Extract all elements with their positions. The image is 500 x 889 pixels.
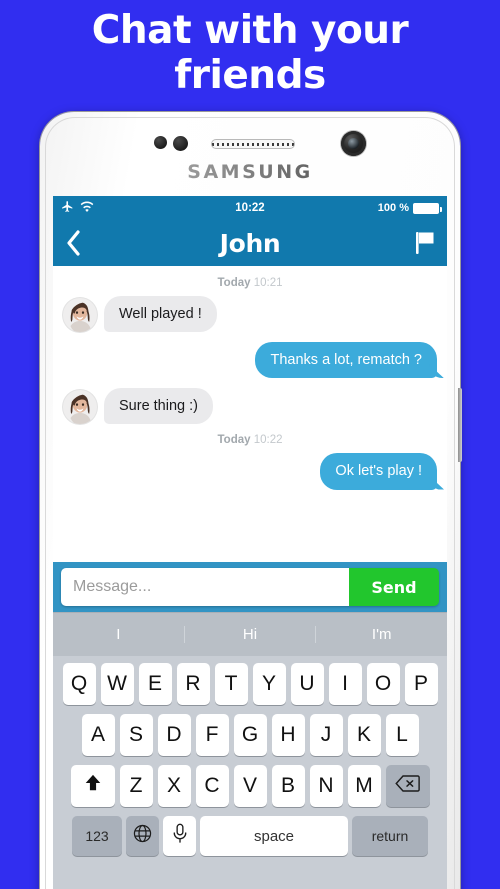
key-z[interactable]: Z bbox=[119, 765, 153, 807]
key-e[interactable]: E bbox=[138, 663, 172, 705]
battery-percent-label: 100 % bbox=[377, 202, 409, 214]
flag-button[interactable] bbox=[415, 231, 435, 255]
key-k[interactable]: K bbox=[347, 714, 381, 756]
day-separator-time: 10:21 bbox=[253, 277, 283, 289]
keyboard-suggestion-bar: I Hi I'm bbox=[53, 612, 447, 656]
message-row: Well played ! bbox=[63, 296, 437, 333]
key-j[interactable]: J bbox=[309, 714, 343, 756]
key-x[interactable]: X bbox=[157, 765, 191, 807]
key-o[interactable]: O bbox=[366, 663, 400, 705]
onscreen-keyboard: Q W E R T Y U I O P A S D F G H J K L Z … bbox=[53, 656, 447, 889]
suggestion-item-1[interactable]: I bbox=[53, 626, 184, 643]
page-title: Chat with your friends bbox=[0, 8, 500, 98]
globe-icon bbox=[132, 823, 153, 850]
message-row: Sure thing :) bbox=[63, 388, 437, 425]
return-key[interactable]: return bbox=[352, 816, 428, 856]
globe-key[interactable] bbox=[126, 816, 159, 856]
key-l[interactable]: L bbox=[385, 714, 419, 756]
key-f[interactable]: F bbox=[195, 714, 229, 756]
contact-avatar bbox=[63, 390, 97, 425]
headline-line-1: Chat with your bbox=[91, 8, 409, 53]
day-separator-day: Today bbox=[217, 434, 251, 447]
key-s[interactable]: S bbox=[119, 714, 153, 756]
message-composer: Send bbox=[53, 562, 447, 612]
numbers-key[interactable]: 123 bbox=[72, 816, 122, 856]
back-button[interactable] bbox=[65, 229, 82, 257]
keyboard-row-2: A S D F G H J K L bbox=[56, 714, 444, 756]
key-h[interactable]: H bbox=[271, 714, 305, 756]
chat-header: John bbox=[53, 220, 447, 266]
shift-arrow-icon bbox=[82, 773, 104, 799]
backspace-key[interactable] bbox=[385, 765, 430, 807]
device-brand-label: SAMSUNG bbox=[46, 161, 454, 183]
message-list[interactable]: Today 10:21 Well played ! Thanks a lot, … bbox=[53, 266, 447, 562]
key-m[interactable]: M bbox=[347, 765, 381, 807]
day-separator: Today 10:21 bbox=[63, 277, 437, 289]
key-y[interactable]: Y bbox=[252, 663, 286, 705]
microphone-icon bbox=[172, 823, 188, 850]
phone-screen: 10:22 100 % John Today 10:21 Well played… bbox=[53, 196, 447, 889]
keyboard-row-3: Z X C V B N M bbox=[56, 765, 444, 807]
key-v[interactable]: V bbox=[233, 765, 267, 807]
suggestion-item-2[interactable]: Hi bbox=[183, 626, 316, 643]
promo-screenshot: Chat with your friends SAMSUNG 10:22 100… bbox=[0, 0, 500, 889]
key-p[interactable]: P bbox=[404, 663, 438, 705]
message-input[interactable] bbox=[61, 568, 349, 606]
phone-device: SAMSUNG 10:22 100 % John Today 10:21 Wel… bbox=[40, 112, 462, 889]
key-c[interactable]: C bbox=[195, 765, 229, 807]
keyboard-row-4: 123 space return bbox=[56, 816, 444, 856]
key-t[interactable]: T bbox=[214, 663, 248, 705]
key-w[interactable]: W bbox=[100, 663, 134, 705]
backspace-icon bbox=[395, 774, 420, 799]
status-bar: 10:22 100 % bbox=[53, 196, 447, 220]
day-separator-day: Today bbox=[217, 277, 251, 289]
light-sensor-icon bbox=[173, 136, 188, 151]
front-camera-icon bbox=[341, 131, 366, 156]
message-bubble-outgoing: Ok let's play ! bbox=[320, 453, 437, 490]
send-button[interactable]: Send bbox=[349, 568, 439, 606]
composer-input-wrap: Send bbox=[61, 568, 439, 606]
contact-avatar bbox=[63, 298, 97, 333]
key-i[interactable]: I bbox=[328, 663, 362, 705]
key-a[interactable]: A bbox=[81, 714, 115, 756]
key-n[interactable]: N bbox=[309, 765, 343, 807]
key-g[interactable]: G bbox=[233, 714, 267, 756]
message-bubble-incoming: Sure thing :) bbox=[104, 388, 213, 425]
power-button[interactable] bbox=[458, 388, 462, 462]
day-separator-time: 10:22 bbox=[253, 434, 283, 447]
status-bar-right: 100 % bbox=[377, 202, 442, 214]
key-q[interactable]: Q bbox=[62, 663, 96, 705]
dictation-key[interactable] bbox=[163, 816, 196, 856]
key-r[interactable]: R bbox=[176, 663, 210, 705]
headline-line-2: friends bbox=[174, 53, 326, 98]
battery-icon bbox=[413, 202, 442, 214]
shift-key[interactable] bbox=[70, 765, 115, 807]
earpiece-speaker-icon bbox=[211, 139, 295, 149]
message-row: Ok let's play ! bbox=[63, 453, 437, 490]
message-bubble-outgoing: Thanks a lot, rematch ? bbox=[255, 342, 437, 379]
suggestion-item-3[interactable]: I'm bbox=[315, 626, 447, 643]
message-bubble-incoming: Well played ! bbox=[104, 296, 217, 333]
phone-top-bezel: SAMSUNG bbox=[46, 118, 454, 194]
proximity-sensor-icon bbox=[154, 136, 167, 149]
key-b[interactable]: B bbox=[271, 765, 305, 807]
space-key[interactable]: space bbox=[200, 816, 348, 856]
key-d[interactable]: D bbox=[157, 714, 191, 756]
keyboard-row-1: Q W E R T Y U I O P bbox=[56, 663, 444, 705]
day-separator: Today 10:22 bbox=[63, 434, 437, 446]
key-u[interactable]: U bbox=[290, 663, 324, 705]
chat-contact-name: John bbox=[219, 228, 281, 258]
message-row: Thanks a lot, rematch ? bbox=[63, 342, 437, 379]
